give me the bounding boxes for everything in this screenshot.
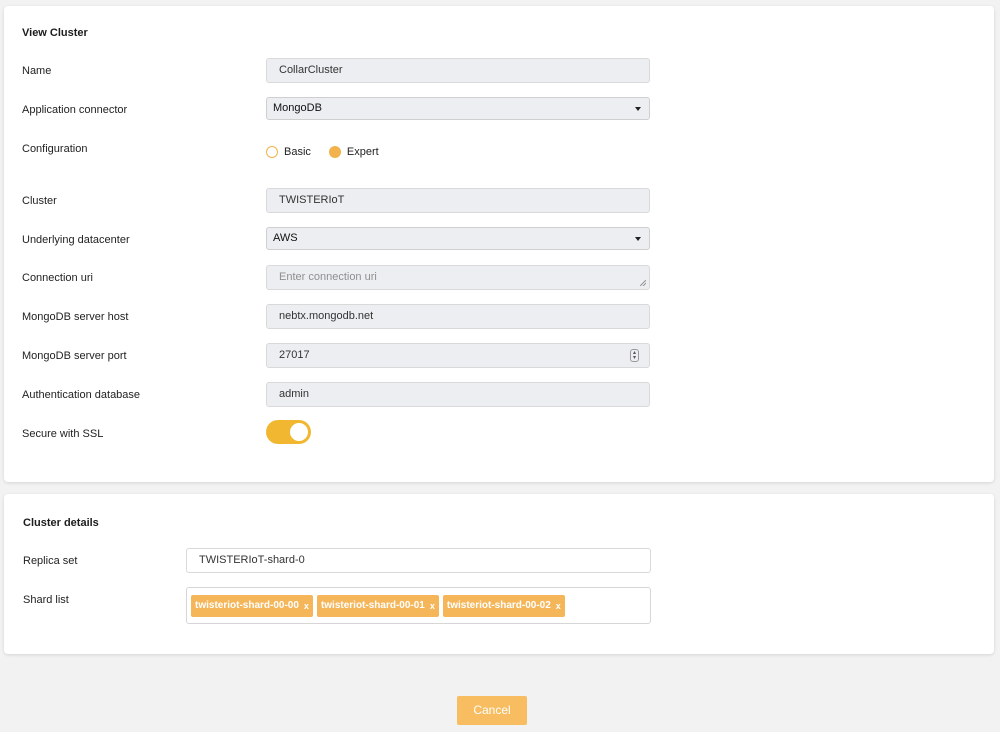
secure-ssl-label: Secure with SSL — [22, 428, 104, 440]
remove-tag-icon[interactable]: x — [556, 595, 561, 617]
replica-set-field[interactable]: TWISTERIoT-shard-0 — [186, 548, 651, 573]
name-field[interactable]: CollarCluster — [266, 58, 650, 83]
chevron-down-icon — [635, 237, 641, 241]
radio-expert[interactable] — [328, 146, 341, 158]
underlying-datacenter-value: AWS — [273, 232, 298, 244]
chevron-down-icon — [635, 107, 641, 111]
configuration-label: Configuration — [22, 143, 88, 155]
number-spinner-icon[interactable]: ▴ ▾ — [630, 349, 639, 362]
card-title: View Cluster — [22, 27, 88, 39]
view-cluster-card: View Cluster Name CollarCluster Applicat… — [4, 6, 994, 482]
cluster-field[interactable]: TWISTERIoT — [266, 188, 650, 213]
shard-tag-label: twisteriot-shard-00-02 — [446, 599, 551, 611]
auth-database-field[interactable]: admin — [266, 382, 650, 407]
connection-uri-textarea[interactable]: Enter connection uri — [266, 265, 650, 290]
connection-uri-label: Connection uri — [22, 272, 93, 284]
server-port-label: MongoDB server port — [22, 350, 127, 362]
connection-uri-placeholder: Enter connection uri — [279, 271, 377, 283]
shard-tag-label: twisteriot-shard-00-00 — [195, 599, 299, 611]
replica-set-label: Replica set — [23, 555, 78, 567]
remove-tag-icon[interactable]: x — [304, 595, 309, 617]
resize-handle-icon[interactable] — [640, 280, 646, 286]
server-host-label: MongoDB server host — [22, 311, 129, 323]
cluster-label: Cluster — [22, 195, 57, 207]
secure-ssl-toggle[interactable] — [266, 420, 311, 444]
server-host-field[interactable]: nebtx.mongodb.net — [266, 304, 650, 329]
application-connector-value: MongoDB — [273, 102, 322, 114]
name-label: Name — [22, 65, 52, 77]
shard-tag-label: twisteriot-shard-00-01 — [320, 599, 425, 611]
shard-list-input[interactable]: twisteriot-shard-00-00 x twisteriot-shar… — [186, 587, 651, 624]
cluster-details-card: Cluster details Replica set TWISTERIoT-s… — [4, 494, 994, 654]
application-connector-select[interactable]: MongoDB — [266, 97, 650, 120]
application-connector-label: Application connector — [22, 104, 128, 116]
shard-list-label: Shard list — [23, 594, 69, 606]
shard-tag: twisteriot-shard-00-02 x — [442, 594, 565, 617]
radio-basic[interactable] — [266, 146, 278, 158]
cancel-button[interactable]: Cancel — [457, 696, 527, 725]
server-port-value: 27017 — [279, 349, 310, 361]
underlying-datacenter-label: Underlying datacenter — [22, 234, 130, 246]
radio-basic-label[interactable]: Basic — [284, 146, 311, 158]
remove-tag-icon[interactable]: x — [430, 595, 435, 617]
shard-tag: twisteriot-shard-00-01 x — [316, 594, 439, 617]
radio-expert-label[interactable]: Expert — [347, 146, 379, 158]
card-title: Cluster details — [23, 517, 99, 529]
auth-database-label: Authentication database — [22, 389, 141, 401]
underlying-datacenter-select[interactable]: AWS — [266, 227, 650, 250]
server-port-field[interactable]: 27017 ▴ ▾ — [266, 343, 650, 368]
shard-tag: twisteriot-shard-00-00 x — [191, 594, 313, 617]
toggle-knob — [290, 423, 308, 441]
configuration-radio-group: Basic Expert — [266, 146, 397, 158]
